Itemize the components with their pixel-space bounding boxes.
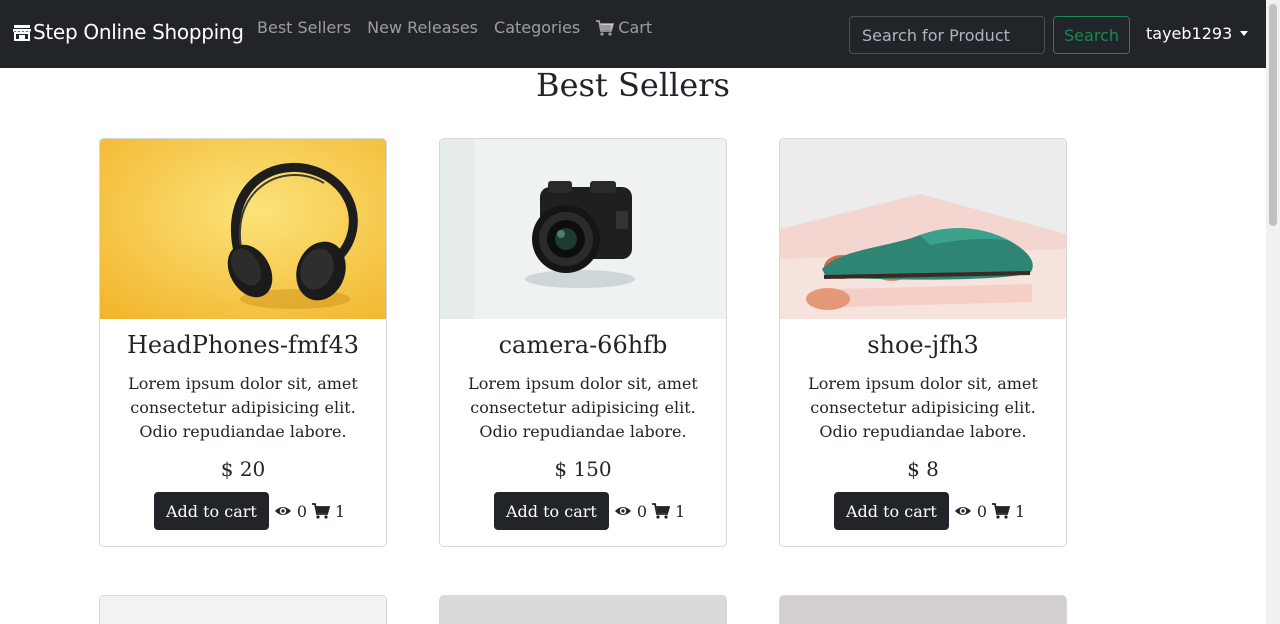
add-to-cart-button[interactable]: Add to cart: [154, 492, 269, 530]
page-scrollbar[interactable]: [1266, 0, 1280, 624]
search-input[interactable]: [849, 16, 1045, 54]
eye-icon: [954, 507, 971, 515]
cart-count: 1: [1015, 501, 1026, 521]
cart-icon: [992, 503, 1011, 519]
views-stat: 0: [954, 502, 987, 521]
add-to-cart-button[interactable]: Add to cart: [834, 492, 949, 530]
product-description: Lorem ipsum dolor sit, amet consectetur …: [808, 374, 1038, 441]
nav-cart-label: Cart: [618, 18, 653, 37]
product-card-partial: [439, 595, 727, 624]
cart-stat: 1: [652, 502, 685, 521]
scrollbar-thumb[interactable]: [1269, 4, 1277, 226]
views-stat: 0: [274, 502, 307, 521]
views-count: 0: [636, 501, 648, 521]
product-price: $ 150: [554, 457, 612, 481]
product-image[interactable]: [780, 139, 1066, 319]
cart-stat: 1: [992, 502, 1025, 521]
product-actions: Add to cart 0 1: [834, 492, 1025, 530]
cart-count: 1: [675, 501, 686, 521]
add-to-cart-button[interactable]: Add to cart: [494, 492, 609, 530]
cart-icon: [652, 503, 671, 519]
product-actions: Add to cart 0 1: [494, 492, 685, 530]
camera-image: [440, 139, 726, 319]
product-description: Lorem ipsum dolor sit, amet consectetur …: [468, 374, 698, 441]
product-name[interactable]: camera-66hfb: [440, 331, 726, 359]
shop-icon: [13, 25, 31, 41]
headphones-image: [100, 139, 386, 319]
brand-label: Step Online Shopping: [33, 20, 244, 44]
views-count: 0: [976, 501, 988, 521]
nav-links: Best Sellers New Releases Categories Car…: [257, 18, 652, 37]
eye-icon: [614, 507, 631, 515]
search-button[interactable]: Search: [1053, 16, 1130, 54]
product-price: $ 8: [907, 457, 939, 481]
cart-count: 1: [335, 501, 346, 521]
product-card-partial: [779, 595, 1067, 624]
nav-cart[interactable]: Cart: [596, 18, 652, 37]
eye-icon: [274, 507, 291, 515]
product-name[interactable]: shoe-jfh3: [780, 331, 1066, 359]
navbar: Step Online Shopping Best Sellers New Re…: [0, 0, 1266, 68]
product-card: camera-66hfb Lorem ipsum dolor sit, amet…: [439, 138, 727, 547]
nav-new-releases[interactable]: New Releases: [367, 18, 478, 37]
caret-down-icon: [1240, 31, 1249, 36]
views-stat: 0: [614, 502, 647, 521]
cart-icon: [312, 503, 331, 519]
username-label: tayeb1293: [1146, 24, 1233, 43]
user-dropdown[interactable]: tayeb1293: [1146, 24, 1249, 43]
product-card: shoe-jfh3 Lorem ipsum dolor sit, amet co…: [779, 138, 1067, 547]
product-actions: Add to cart 0 1: [154, 492, 345, 530]
page-title: Best Sellers: [536, 66, 730, 104]
nav-categories[interactable]: Categories: [494, 18, 580, 37]
nav-best-sellers[interactable]: Best Sellers: [257, 18, 351, 37]
product-image[interactable]: [100, 139, 386, 319]
shoe-image: [780, 139, 1066, 319]
product-description: Lorem ipsum dolor sit, amet consectetur …: [128, 374, 358, 441]
cart-stat: 1: [312, 502, 345, 521]
brand-link[interactable]: Step Online Shopping: [12, 20, 244, 44]
views-count: 0: [296, 501, 308, 521]
product-card-partial: [99, 595, 387, 624]
product-price: $ 20: [220, 457, 266, 481]
cart-icon: [596, 19, 615, 36]
product-name[interactable]: HeadPhones-fmf43: [100, 331, 386, 359]
product-image[interactable]: [440, 139, 726, 319]
product-card: HeadPhones-fmf43 Lorem ipsum dolor sit, …: [99, 138, 387, 547]
